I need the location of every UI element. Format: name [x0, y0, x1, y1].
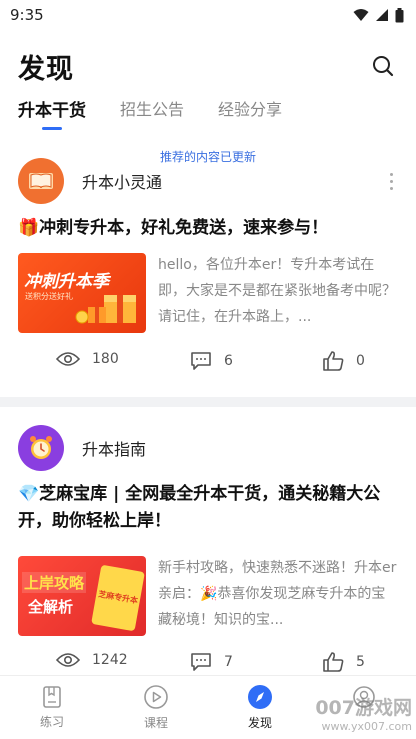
post-title[interactable]: 💎芝麻宝库 | 全网最全升本干货，通关秘籍大公开，助你轻松上岸！: [18, 481, 400, 535]
thumbnail-subtitle: 送积分送好礼: [25, 292, 73, 301]
comments-count: 7: [224, 654, 233, 670]
thumbnail-title: 上岸攻略: [22, 572, 87, 593]
signal-icon: [376, 9, 388, 21]
battery-icon: [395, 7, 404, 22]
post-excerpt[interactable]: 新手村攻略，快速熟悉不迷路！升本er亲启：🎉恭喜你发现芝麻专升本的宝藏秘境！知识…: [158, 555, 398, 633]
play-icon: [144, 685, 168, 709]
status-icons: [353, 7, 404, 23]
avatar[interactable]: [18, 158, 64, 204]
author-name[interactable]: 升本指南: [82, 436, 146, 460]
comments-stat[interactable]: 6: [190, 351, 233, 371]
post-stats: 180 6 0: [0, 351, 416, 379]
likes-count: 5: [356, 654, 365, 670]
page-header: 发现: [18, 44, 398, 88]
views-stat: 1242: [56, 652, 128, 668]
author-name[interactable]: 升本小灵通: [82, 169, 162, 193]
bottom-nav: 练习 课程 发现 我的: [0, 675, 416, 739]
gift-box-icon: [75, 295, 136, 324]
nav-label: 练习: [39, 715, 64, 729]
section-divider: [0, 397, 416, 407]
likes-stat[interactable]: 0: [322, 351, 365, 371]
post-header: 升本小灵通: [18, 158, 162, 204]
more-options-icon[interactable]: [388, 173, 394, 190]
tab-jingyan-fenxiang[interactable]: 经验分享: [218, 96, 282, 126]
post-header: 升本指南: [18, 425, 146, 471]
comment-icon: [191, 653, 211, 671]
compass-icon: [248, 685, 272, 709]
views-stat: 180: [56, 351, 119, 367]
eye-icon: [56, 653, 80, 667]
likes-count: 0: [356, 353, 365, 369]
wifi-icon: [353, 9, 369, 21]
post-title[interactable]: 🎁冲刺专升本，好礼免费送，速来参与！: [18, 215, 400, 242]
thumbs-up-icon: [323, 351, 344, 371]
likes-stat[interactable]: 5: [322, 652, 365, 672]
nav-practice[interactable]: 练习: [0, 676, 104, 739]
nav-discover[interactable]: 发现: [208, 676, 312, 739]
post-excerpt[interactable]: hello，各位升本er！专升本考试在即，大家是不是都在紧张地备考中呢？请记住，…: [158, 252, 398, 330]
comments-stat[interactable]: 7: [190, 652, 233, 672]
status-time: 9:35: [10, 6, 44, 24]
search-button[interactable]: [368, 51, 398, 81]
status-bar: 9:35: [0, 0, 416, 30]
tab-zhaosheng-gonggao[interactable]: 招生公告: [120, 96, 184, 126]
page-title: 发现: [18, 53, 74, 85]
comments-count: 6: [224, 353, 233, 369]
thumbnail-book: 芝麻专升本: [91, 564, 145, 632]
open-book-icon: [29, 173, 53, 189]
comment-icon: [191, 352, 211, 370]
post-thumbnail[interactable]: 上岸攻略 全解析 芝麻专升本: [18, 556, 146, 636]
user-icon: [353, 686, 375, 708]
views-count: 1242: [92, 652, 128, 668]
nav-courses[interactable]: 课程: [104, 676, 208, 739]
avatar[interactable]: [18, 425, 64, 471]
nav-profile[interactable]: 我的: [312, 676, 416, 739]
category-tabs: 升本干货 招生公告 经验分享: [18, 96, 282, 126]
search-icon: [373, 56, 394, 77]
thumbnail-subtitle: 全解析: [28, 598, 74, 616]
nav-label: 发现: [247, 716, 272, 730]
views-count: 180: [92, 351, 119, 367]
book-icon: [43, 686, 61, 708]
alarm-clock-icon: [30, 436, 52, 459]
post-card[interactable]: 升本小灵通 🎁冲刺专升本，好礼免费送，速来参与！ 冲刺升本季 送积分送好礼 he…: [0, 155, 416, 395]
post-card[interactable]: 升本指南 💎芝麻宝库 | 全网最全升本干货，通关秘籍大公开，助你轻松上岸！ 上岸…: [0, 425, 416, 685]
post-thumbnail[interactable]: 冲刺升本季 送积分送好礼: [18, 253, 146, 333]
thumbs-up-icon: [323, 652, 344, 672]
eye-icon: [56, 352, 80, 366]
nav-label: 课程: [143, 716, 168, 730]
tab-shengben-ganhuo[interactable]: 升本干货: [18, 96, 86, 126]
